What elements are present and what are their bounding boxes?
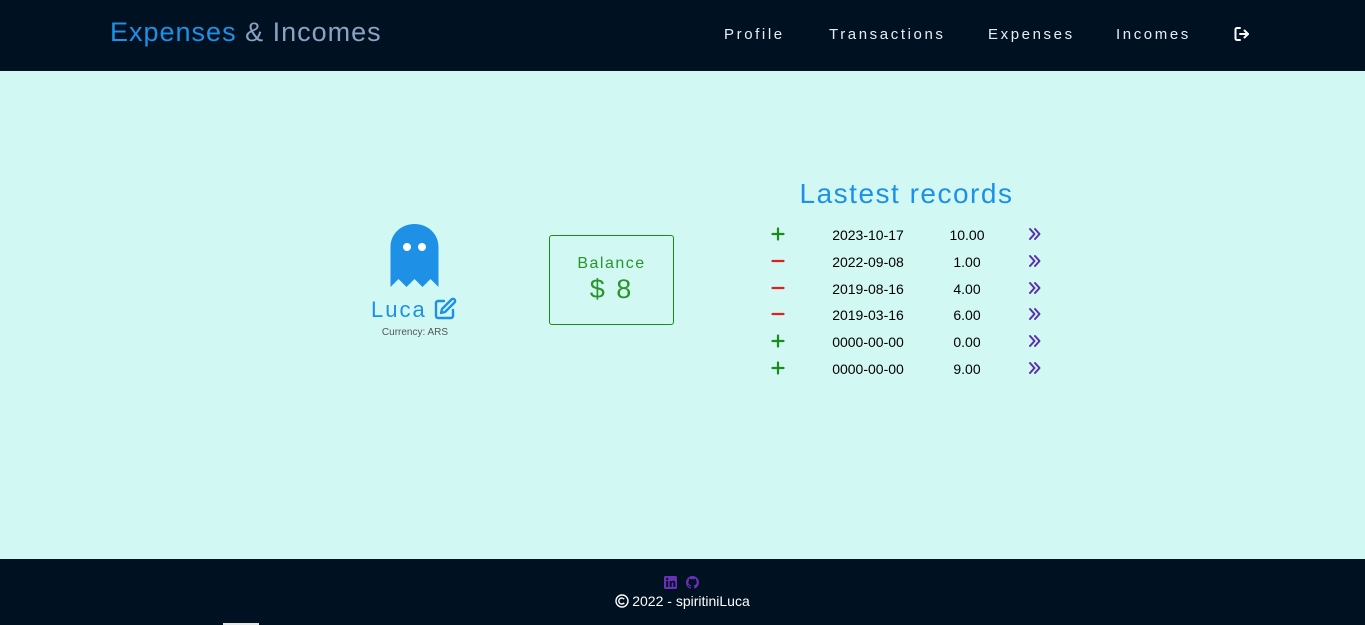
record-date: 2019-03-16 bbox=[832, 307, 904, 324]
brand-part-2: & Incomes bbox=[236, 17, 382, 47]
copyright-label: 2022 - spiritiniLuca bbox=[632, 593, 750, 609]
records-title: Lastest records bbox=[799, 178, 1014, 209]
record-amount: 6.00 bbox=[953, 307, 981, 324]
record-amount: 10.00 bbox=[949, 227, 985, 243]
edit-icon[interactable] bbox=[433, 297, 457, 321]
record-amount: 4.00 bbox=[953, 280, 981, 297]
navbar: Expenses & Incomes Profile Transactions … bbox=[0, 0, 1365, 71]
currency-label: Currency: ARS bbox=[381, 327, 449, 338]
brand-part-1: Expenses bbox=[110, 17, 237, 47]
record-amount: 9.00 bbox=[953, 360, 981, 377]
record-row: 2022-09-08 1.00 bbox=[760, 248, 1053, 275]
minus-icon bbox=[770, 248, 786, 274]
plus-icon bbox=[770, 355, 786, 381]
records-list: 2023-10-17 10.00 2022-09-08 1.00 2019-08-16 4… bbox=[760, 221, 1053, 382]
balance-value: $ 8 bbox=[589, 274, 634, 304]
plus-icon bbox=[770, 221, 786, 247]
angles-right-icon[interactable] bbox=[1028, 280, 1042, 296]
nav-link-incomes[interactable]: Incomes bbox=[1116, 26, 1191, 43]
plus-icon bbox=[770, 328, 786, 354]
brand-logo[interactable]: Expenses & Incomes bbox=[110, 17, 382, 48]
record-amount: 1.00 bbox=[953, 253, 981, 270]
footer: 2022 - spiritiniLuca bbox=[0, 559, 1365, 625]
record-row: 0000-00-00 9.00 bbox=[760, 355, 1053, 382]
nav-link-expenses[interactable]: Expenses bbox=[988, 26, 1075, 43]
logout-icon[interactable] bbox=[1233, 25, 1251, 43]
record-date: 2019-08-16 bbox=[832, 280, 904, 297]
copyright-text: 2022 - spiritiniLuca bbox=[0, 593, 1365, 609]
record-amount: 0.00 bbox=[953, 334, 981, 351]
minus-icon bbox=[770, 275, 786, 301]
balance-card: Balance $ 8 bbox=[549, 235, 674, 325]
angles-right-icon[interactable] bbox=[1028, 333, 1042, 349]
copyright-icon bbox=[615, 594, 629, 608]
balance-label: Balance bbox=[577, 255, 646, 272]
github-icon[interactable] bbox=[686, 576, 699, 589]
record-row: 2023-10-17 10.00 bbox=[760, 221, 1053, 248]
main-content: Luca Currency: ARS Balance $ 8 Lastest r… bbox=[0, 71, 1365, 559]
record-date: 2022-09-08 bbox=[832, 253, 904, 270]
record-row: 0000-00-00 0.00 bbox=[760, 328, 1053, 355]
minus-icon bbox=[770, 301, 786, 327]
angles-right-icon[interactable] bbox=[1028, 306, 1042, 322]
record-row: 2019-03-16 6.00 bbox=[760, 301, 1053, 328]
nav-link-transactions[interactable]: Transactions bbox=[829, 26, 946, 43]
linkedin-icon[interactable] bbox=[664, 576, 677, 589]
angles-right-icon[interactable] bbox=[1028, 253, 1042, 269]
nav-link-profile[interactable]: Profile bbox=[724, 26, 785, 43]
record-date: 0000-00-00 bbox=[832, 360, 904, 377]
angles-right-icon[interactable] bbox=[1028, 360, 1042, 376]
record-date: 0000-00-00 bbox=[832, 334, 904, 351]
record-row: 2019-08-16 4.00 bbox=[760, 275, 1053, 302]
user-name: Luca bbox=[371, 297, 427, 322]
angles-right-icon[interactable] bbox=[1028, 226, 1042, 242]
record-date: 2023-10-17 bbox=[832, 227, 904, 243]
ghost-icon bbox=[390, 224, 439, 287]
